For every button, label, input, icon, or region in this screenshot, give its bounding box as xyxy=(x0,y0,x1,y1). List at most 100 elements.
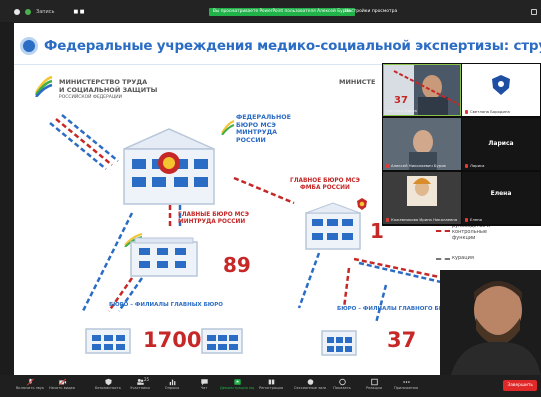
ministry-to-federal-blue-line xyxy=(61,114,119,162)
security-icon[interactable] xyxy=(14,9,20,15)
ministry-to-federal-red-line xyxy=(55,118,113,166)
participant-tile-3[interactable]: Алексей Николаевич Буров xyxy=(383,118,461,170)
federal-bureau-line-1: ФЕДЕРАЛЬНОЕ xyxy=(236,114,291,121)
legend-line-3: функции xyxy=(452,235,476,241)
toolbar-apps-button[interactable]: Приложения xyxy=(390,375,422,397)
participant-6-display: Елена xyxy=(490,190,512,197)
toolbar-share-screen-button[interactable]: Демонстрация экрана xyxy=(220,375,254,397)
mic-icon xyxy=(26,378,34,386)
share-notice-badge: Вы просматриваете PowerPoint пользовател… xyxy=(209,8,355,16)
ministry-logo-icon xyxy=(34,75,53,97)
layout-icon[interactable]: ■ ■ xyxy=(73,9,84,15)
main-bureaus-count: 89 xyxy=(223,253,251,277)
participant-1-badge: 37 xyxy=(394,95,408,106)
federal-to-fmba-red-line xyxy=(233,176,295,205)
federal-to-branches-blue-line xyxy=(80,212,134,314)
camera-icon xyxy=(58,378,66,386)
federal-bureau-line-3: МИНТРУДА xyxy=(236,129,278,136)
muted-mic-icon xyxy=(386,218,389,222)
participant-4-name: Лариса xyxy=(465,163,484,168)
main-bureaus-building-icon xyxy=(130,237,198,277)
toolbar-reactions-label: Реакции xyxy=(366,386,382,390)
main-bureaus-mintrud-label: ГЛАВНЫЕ БЮРО МСЭ МИНТРУДА РОССИИ xyxy=(178,212,249,226)
chart-icon xyxy=(169,379,175,386)
toolbar-share-screen-label: Демонстрация экрана xyxy=(220,386,254,390)
federal-bureau-line-2: БЮРО МСЭ xyxy=(236,121,276,129)
participant-tile-2[interactable]: Светлана Бородина xyxy=(462,64,540,116)
federal-bureau-line-4: РОССИИ xyxy=(236,136,266,144)
ministry-line-3: РОССИЙСКОЙ ФЕДЕРАЦИИ xyxy=(59,95,123,100)
end-meeting-button[interactable]: Завершить xyxy=(503,380,537,391)
participant-4-name-text: Лариса xyxy=(470,163,485,168)
fmba-main-bureau-label: ГЛАВНОЕ БЮРО МСЭ ФМБА РОССИИ xyxy=(290,178,360,192)
presenter-video[interactable] xyxy=(440,270,541,378)
fmba-line-2: ФМБА РОССИИ xyxy=(300,185,350,191)
toolbar-chat-button[interactable]: Чат xyxy=(188,375,220,397)
toolbar-polls-button[interactable]: Опросы xyxy=(156,375,188,397)
toolbar-security-label: Безопасность xyxy=(94,386,122,390)
fmba-branch-blue-line xyxy=(374,284,388,324)
emoji-icon xyxy=(370,378,378,386)
federal-bureau-building-icon xyxy=(123,128,215,205)
fmba-building-icon xyxy=(305,202,361,250)
fmba-branches-label: БЮРО – ФИЛИАЛЫ ГЛАВНОГО БЮРО xyxy=(337,306,454,312)
muted-mic-icon xyxy=(386,164,389,168)
toolbar-record-button[interactable]: Регистрация xyxy=(254,375,288,397)
meeting-top-bar: Запись ■ ■ Вы просматриваете PowerPoint … xyxy=(0,0,541,22)
legend-gray-swatch xyxy=(436,258,450,260)
main-bureaus-line-1: ГЛАВНЫЕ БЮРО МСЭ xyxy=(178,212,249,218)
participant-tile-5[interactable]: Кожевникова Ирина Николаевна xyxy=(383,172,461,224)
top-bar-label: Запись xyxy=(36,9,55,15)
shield-icon xyxy=(104,378,112,386)
legend-curation-label: курация xyxy=(452,255,474,261)
participant-6-name-text: Елена xyxy=(470,217,482,222)
toolbar-chat-label: Чат xyxy=(200,386,208,390)
rooms-icon xyxy=(307,379,313,385)
federal-bureau-logo-icon xyxy=(221,120,235,135)
ministry-line-2: И СОЦИАЛЬНОЙ ЗАЩИТЫ xyxy=(59,85,158,94)
apps-icon xyxy=(402,381,410,383)
record-icon xyxy=(268,379,274,385)
participant-tile-6[interactable]: Елена Елена xyxy=(462,172,540,224)
legend-red-swatch xyxy=(436,230,450,232)
fmba-branches-count: 37 xyxy=(387,328,417,352)
ministry-right-name: МИНИСТЕ xyxy=(339,78,376,86)
participants-count: 25 xyxy=(144,377,150,382)
ministry-name: МИНИСТЕРСТВО ТРУДА И СОЦИАЛЬНОЙ ЗАЩИТЫ Р… xyxy=(59,78,158,102)
participant-2-name-text: Светлана Бородина xyxy=(470,109,510,114)
toolbar-participants-button[interactable]: 25 Участники xyxy=(124,375,156,397)
toolbar-unmute-button[interactable]: Включить звук xyxy=(14,375,46,397)
toolbar-unmute-label: Включить звук xyxy=(15,386,45,390)
federal-bureau-label: ФЕДЕРАЛЬНОЕ БЮРО МСЭ МИНТРУДА РОССИИ xyxy=(236,114,291,144)
muted-mic-icon xyxy=(465,164,468,168)
participant-tile-1[interactable]: 37 Наталья Кирса xyxy=(383,64,461,116)
reactions-icon xyxy=(338,378,346,386)
branches-label: БЮРО – ФИЛИАЛЫ ГЛАВНЫХ БЮРО xyxy=(109,302,223,308)
top-bar-left-controls: Запись ■ ■ xyxy=(14,9,85,15)
toolbar-show-button[interactable]: Показать xyxy=(326,375,358,397)
presenter-video-feed xyxy=(440,270,541,378)
main-bureaus-line-2: МИНТРУДА РОССИИ xyxy=(178,219,246,225)
toolbar-reactions-button[interactable]: Реакции xyxy=(358,375,390,397)
participant-3-name-text: Алексей Николаевич Буров xyxy=(391,163,446,168)
connection-icon[interactable] xyxy=(25,9,31,15)
toolbar-security-button[interactable]: Безопасность xyxy=(92,375,124,397)
participant-5-name-text: Кожевникова Ирина Николаевна xyxy=(391,217,458,222)
view-settings-button[interactable]: Настройки просмотра xyxy=(345,9,397,14)
toolbar-breakout-button[interactable]: Сессионные залы xyxy=(294,375,326,397)
legend: руководство и контрольные функции кураци… xyxy=(436,223,541,267)
participant-3-name: Алексей Николаевич Буров xyxy=(386,163,446,168)
meeting-toolbar: Включить звук Начать видео Безопасность … xyxy=(0,375,541,397)
fmba-to-branches-blue-line xyxy=(297,252,321,309)
toolbar-record-label: Регистрация xyxy=(258,386,284,390)
toolbar-start-video-button[interactable]: Начать видео xyxy=(46,375,78,397)
participant-tile-4[interactable]: Лариса Лариса xyxy=(462,118,540,170)
fmba-down-red-line xyxy=(342,267,351,309)
fullscreen-icon[interactable] xyxy=(531,9,537,15)
participant-4-display: Лариса xyxy=(488,140,514,147)
toolbar-polls-label: Опросы xyxy=(164,386,180,390)
fmba-emblem-icon xyxy=(357,198,367,210)
toolbar-apps-label: Приложения xyxy=(393,386,419,390)
chat-icon xyxy=(200,379,208,386)
participant-1-name: Наталья Кирса xyxy=(387,108,417,113)
